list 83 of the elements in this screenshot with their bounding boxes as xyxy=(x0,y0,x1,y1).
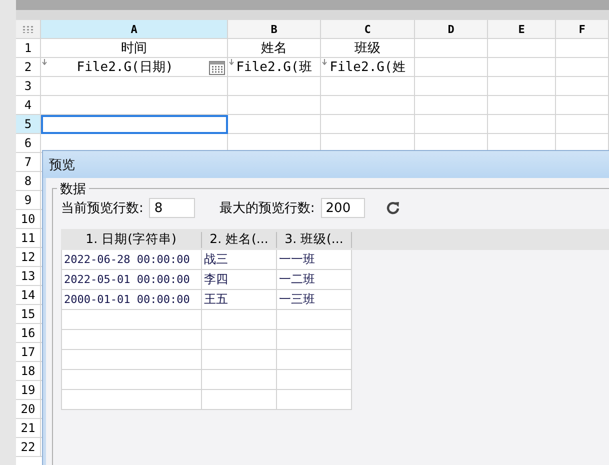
sheet-cell[interactable] xyxy=(488,96,556,115)
sheet-cell[interactable] xyxy=(415,39,488,58)
sheet-cell[interactable] xyxy=(488,58,556,77)
row-header[interactable]: 21 xyxy=(16,419,41,438)
row-header[interactable]: 3 xyxy=(16,77,41,96)
field-label: 当前预览行数: xyxy=(61,200,144,217)
row-header[interactable]: 20 xyxy=(16,400,41,419)
sheet-cell[interactable] xyxy=(415,115,488,134)
sheet-cell[interactable] xyxy=(488,77,556,96)
sheet-cell[interactable] xyxy=(556,96,609,115)
table-cell: 一二班 xyxy=(277,270,352,290)
row-header[interactable]: 11 xyxy=(16,229,41,248)
sheet-cell[interactable] xyxy=(228,77,321,96)
sheet-cell[interactable] xyxy=(415,77,488,96)
sheet-cell[interactable]: File2.G(班 xyxy=(228,58,321,77)
row-header[interactable]: 7 xyxy=(16,153,41,172)
column-header[interactable]: E xyxy=(488,20,556,39)
row-header[interactable]: 22 xyxy=(16,438,41,457)
sheet-cell[interactable] xyxy=(488,115,556,134)
table-cell: 一三班 xyxy=(277,290,352,310)
column-header[interactable]: F xyxy=(556,20,609,39)
column-header[interactable]: A xyxy=(41,20,228,39)
table-cell: 战三 xyxy=(202,250,277,270)
sheet-cell[interactable] xyxy=(228,115,321,134)
table-cell: 王五 xyxy=(202,290,277,310)
row-header[interactable]: 9 xyxy=(16,191,41,210)
row-header[interactable]: 10 xyxy=(16,210,41,229)
column-header[interactable]: C xyxy=(321,20,415,39)
sheet-cell[interactable]: File2.G(日期) xyxy=(41,58,228,77)
sheet-cell[interactable]: File2.G(姓 xyxy=(321,58,415,77)
column-header[interactable]: B xyxy=(228,20,321,39)
row-header[interactable]: 14 xyxy=(16,286,41,305)
calendar-icon[interactable] xyxy=(209,60,225,75)
column-header[interactable]: 1. 日期(字符串) xyxy=(61,232,202,248)
row-header[interactable]: 12 xyxy=(16,248,41,267)
row-header[interactable]: 1 xyxy=(16,39,41,58)
row-header[interactable]: 15 xyxy=(16,305,41,324)
sheet-cell[interactable] xyxy=(321,115,415,134)
sheet-cell[interactable] xyxy=(228,96,321,115)
row-header[interactable]: 5 xyxy=(16,115,41,134)
table-cell: 2022-06-28 00:00:00 xyxy=(61,250,202,270)
sheet-cell[interactable] xyxy=(556,77,609,96)
row-header[interactable]: 2 xyxy=(16,58,41,77)
row-header[interactable]: 4 xyxy=(16,96,41,115)
sheet-cell[interactable] xyxy=(41,96,228,115)
field-label: 最大的预览行数: xyxy=(219,200,315,217)
row-header[interactable]: 18 xyxy=(16,362,41,381)
sheet-cell[interactable] xyxy=(41,77,228,96)
field-marker-icon xyxy=(42,59,47,65)
row-header[interactable]: 16 xyxy=(16,324,41,343)
group-title: 数据 xyxy=(57,180,89,198)
sheet-cell[interactable] xyxy=(556,58,609,77)
table-cell: 2022-05-01 00:00:00 xyxy=(61,270,202,290)
table-cell: 2000-01-01 00:00:00 xyxy=(61,290,202,310)
column-header[interactable]: 3. 班级(... xyxy=(277,232,352,248)
field-marker-icon xyxy=(322,59,327,65)
select-all-icon[interactable] xyxy=(23,26,33,32)
row-header[interactable]: 13 xyxy=(16,267,41,286)
selected-cell[interactable] xyxy=(41,115,228,134)
field-marker-icon xyxy=(229,59,234,65)
sheet-cell[interactable]: 班级 xyxy=(321,39,415,58)
refresh-icon[interactable] xyxy=(384,200,401,216)
input-field[interactable]: 8 xyxy=(149,198,196,218)
sheet-cell[interactable] xyxy=(488,39,556,58)
sheet-cell[interactable] xyxy=(556,39,609,58)
sheet-cell[interactable] xyxy=(415,58,488,77)
dialog-title: 预览 xyxy=(43,151,609,178)
sheet-cell[interactable] xyxy=(321,77,415,96)
input-field[interactable]: 200 xyxy=(320,198,365,218)
row-header[interactable]: 17 xyxy=(16,343,41,362)
table-cell: 李四 xyxy=(202,270,277,290)
row-header[interactable]: 19 xyxy=(16,381,41,400)
sheet-cell[interactable] xyxy=(415,96,488,115)
sheet-cell[interactable]: 姓名 xyxy=(228,39,321,58)
row-header[interactable]: 6 xyxy=(16,134,41,153)
column-header[interactable]: D xyxy=(415,20,488,39)
column-header[interactable]: 2. 姓名(... xyxy=(202,232,277,248)
corner-cell[interactable] xyxy=(16,20,41,39)
sheet-cell[interactable] xyxy=(556,115,609,134)
row-header[interactable]: 8 xyxy=(16,172,41,191)
sheet-cell[interactable]: 时间 xyxy=(41,39,228,58)
sheet-cell[interactable] xyxy=(321,96,415,115)
table-cell: 一一班 xyxy=(277,250,352,270)
